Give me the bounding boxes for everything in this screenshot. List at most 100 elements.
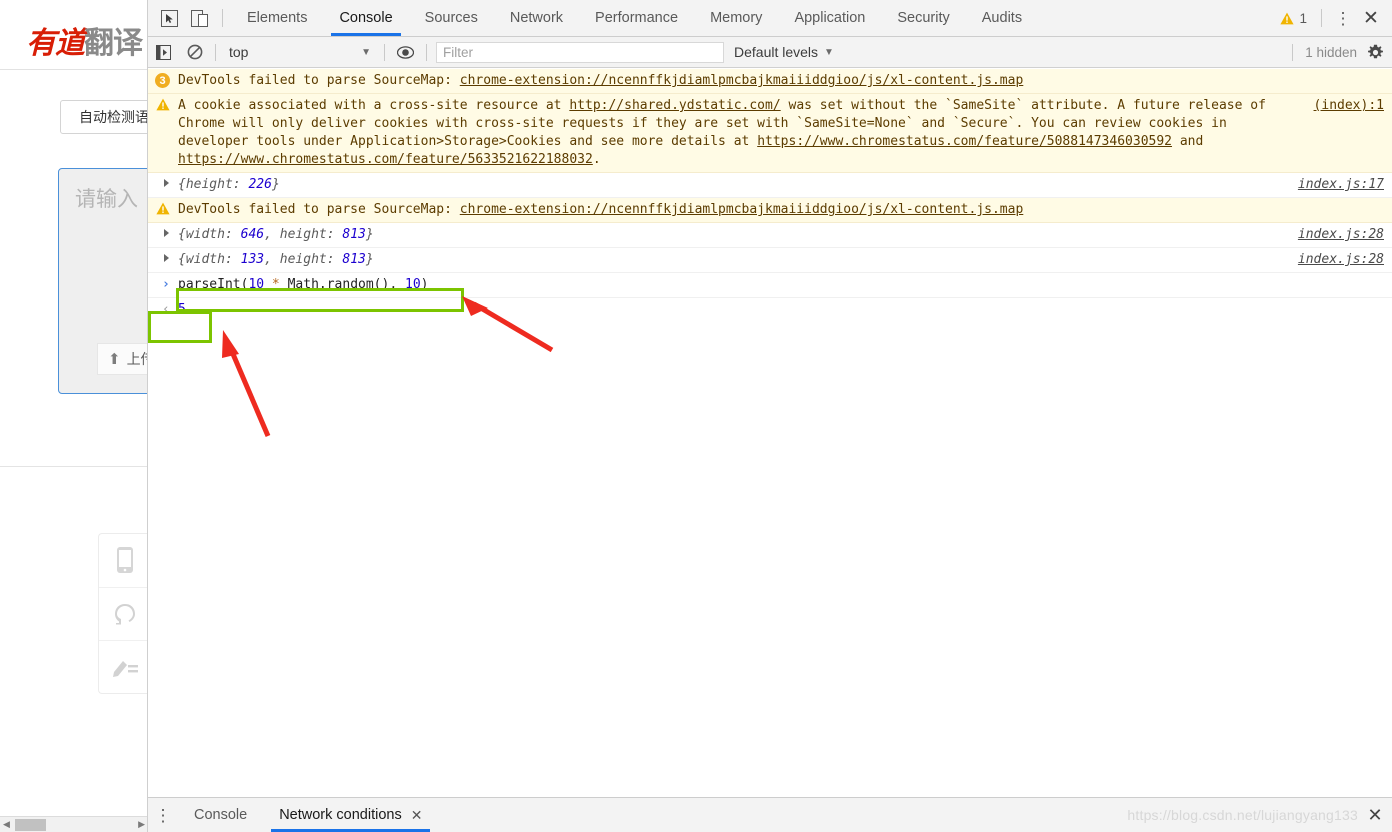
console-result-row[interactable]: ‹ 5 [148, 298, 1392, 322]
message-body: A cookie associated with a cross-site re… [178, 97, 1386, 169]
log-level-label: Default levels [734, 44, 819, 60]
log-level-dropdown[interactable]: Default levels ▼ [734, 44, 834, 60]
expr-operator: * [264, 277, 288, 292]
tab-audits[interactable]: Audits [966, 0, 1038, 36]
cookie-resource-link[interactable]: http://shared.ydstatic.com/ [569, 98, 780, 113]
cookie-text-4: . [592, 152, 601, 167]
mobile-phone-icon[interactable] [99, 534, 147, 587]
message-source-link[interactable]: index.js:17 [1298, 176, 1384, 194]
close-drawer-icon[interactable]: ✕ [1364, 806, 1386, 824]
toolbar-divider [222, 9, 223, 27]
console-message-cookie-warning[interactable]: (index):1 A cookie associated with a cro… [148, 94, 1392, 173]
logo-text-gray: 翻译 [84, 26, 143, 61]
section-divider [0, 466, 147, 467]
watermark-text: https://blog.csdn.net/lujiangyang133 [1127, 807, 1358, 823]
tab-console[interactable]: Console [323, 0, 408, 36]
filterbar-divider-4 [1292, 43, 1294, 61]
chromestatus-link-1[interactable]: https://www.chromestatus.com/feature/508… [757, 134, 1172, 149]
toggle-device-toolbar-icon[interactable] [184, 0, 214, 36]
sourcemap-link[interactable]: chrome-extension://ncennffkjdiamlpmcbajk… [460, 73, 1024, 88]
devtools-drawer: ⋮ Console Network conditions ✕ https://b… [148, 797, 1392, 832]
upload-button[interactable]: ⬆ 上传 [97, 343, 147, 375]
console-settings-gear-icon[interactable] [1367, 44, 1384, 61]
upload-button-label: 上传 [126, 351, 147, 367]
console-message-sourcemap-2[interactable]: DevTools failed to parse SourceMap: chro… [148, 198, 1392, 223]
chevron-down-icon: ▼ [824, 46, 834, 58]
warning-triangle-icon [1280, 12, 1295, 24]
tab-label: Network [509, 10, 564, 26]
object-key: width [185, 227, 225, 242]
live-expression-icon[interactable] [390, 37, 421, 68]
scroll-left-arrow-icon[interactable]: ◀ [3, 820, 10, 829]
expand-triangle-icon[interactable] [164, 179, 169, 187]
object-preview: {height: 226} [178, 177, 280, 192]
close-tab-icon[interactable]: ✕ [411, 807, 423, 824]
tabbar-right-controls: 1 ⋮ ✕ [1274, 0, 1392, 36]
result-chevron-icon: ‹ [162, 302, 170, 317]
drawer-more-options-icon[interactable]: ⋮ [148, 798, 178, 832]
console-object-row-2[interactable]: index.js:28 {width: 646, height: 813} [148, 223, 1392, 248]
execution-context-selector[interactable]: top ▼ [221, 44, 379, 60]
expr-fn: parseInt( [178, 277, 249, 292]
language-detect-select[interactable]: 自动检测语 [60, 100, 147, 134]
upload-arrow-icon: ⬆ [108, 351, 121, 368]
tab-sources[interactable]: Sources [409, 0, 494, 36]
message-text: DevTools failed to parse SourceMap: [178, 73, 460, 88]
pen-edit-icon[interactable] [99, 640, 147, 693]
filterbar-divider-2 [384, 43, 385, 61]
expr-number-1: 10 [248, 277, 265, 292]
execution-context-label: top [229, 44, 249, 60]
console-object-row-3[interactable]: index.js:28 {width: 133, height: 813} [148, 248, 1392, 273]
tab-label: Audits [981, 10, 1023, 26]
message-body: DevTools failed to parse SourceMap: chro… [178, 201, 1386, 219]
more-options-icon[interactable]: ⋮ [1330, 10, 1356, 27]
warning-counter[interactable]: 1 [1274, 11, 1313, 26]
scroll-right-arrow-icon[interactable]: ▶ [138, 820, 145, 829]
console-object-row-1[interactable]: index.js:17 {height: 226} [148, 173, 1392, 198]
drawer-right: https://blog.csdn.net/lujiangyang133 ✕ [1127, 798, 1392, 832]
object-key: height [279, 227, 327, 242]
screenshot-root: 有道翻译 自动检测语 请输入 ⬆ 上传 ◀ [0, 0, 1392, 832]
drawer-tab-network-conditions[interactable]: Network conditions ✕ [263, 798, 438, 832]
object-preview: {width: 646, height: 813} [178, 227, 374, 242]
filterbar-right: 1 hidden [1292, 43, 1392, 61]
console-message-list[interactable]: 3 DevTools failed to parse SourceMap: ch… [148, 69, 1392, 797]
object-preview: {width: 133, height: 813} [178, 252, 374, 267]
translate-input-textarea[interactable]: 请输入 ⬆ 上传 [58, 168, 147, 394]
drawer-tab-console[interactable]: Console [178, 798, 263, 832]
message-source-link[interactable]: (index):1 [1314, 97, 1384, 115]
console-prompt-row[interactable]: › parseInt(10 * Math.random(), 10) [148, 273, 1392, 298]
sourcemap-link[interactable]: chrome-extension://ncennffkjdiamlpmcbajk… [460, 202, 1024, 217]
close-icon[interactable]: ✕ [1356, 9, 1386, 28]
page-horizontal-scrollbar[interactable]: ◀ ▶ [0, 816, 147, 832]
tab-application[interactable]: Application [778, 0, 881, 36]
expr-number-2: 10 [405, 277, 421, 292]
search-input[interactable]: Filter [436, 41, 724, 63]
filterbar-divider [215, 43, 216, 61]
scrollbar-thumb[interactable] [15, 819, 46, 831]
tab-network[interactable]: Network [494, 0, 579, 36]
console-sidebar-icon[interactable] [148, 37, 179, 68]
headset-icon[interactable] [99, 587, 147, 640]
object-value: 813 [342, 252, 366, 267]
filter-placeholder: Filter [443, 44, 473, 60]
console-result-value: 5 [178, 302, 186, 317]
inspect-element-icon[interactable] [154, 0, 184, 36]
expand-triangle-icon[interactable] [164, 229, 169, 237]
filterbar-divider-3 [426, 43, 427, 61]
chromestatus-link-2[interactable]: https://www.chromestatus.com/feature/563… [178, 152, 593, 167]
tab-security[interactable]: Security [881, 0, 965, 36]
message-source-link[interactable]: index.js:28 [1298, 251, 1384, 269]
tab-elements[interactable]: Elements [231, 0, 323, 36]
console-message-sourcemap-1[interactable]: 3 DevTools failed to parse SourceMap: ch… [148, 69, 1392, 94]
expr-close: ) [420, 277, 429, 292]
tab-performance[interactable]: Performance [579, 0, 694, 36]
youdao-logo[interactable]: 有道翻译 [26, 18, 143, 62]
expand-triangle-icon[interactable] [164, 254, 169, 262]
tabbar-divider [1321, 9, 1322, 27]
youdao-translate-page: 有道翻译 自动检测语 请输入 ⬆ 上传 ◀ [0, 0, 148, 832]
tab-memory[interactable]: Memory [694, 0, 778, 36]
console-input-expression[interactable]: parseInt(10 * Math.random(), 10) [178, 277, 428, 292]
clear-console-icon[interactable] [179, 37, 210, 68]
message-source-link[interactable]: index.js:28 [1298, 226, 1384, 244]
